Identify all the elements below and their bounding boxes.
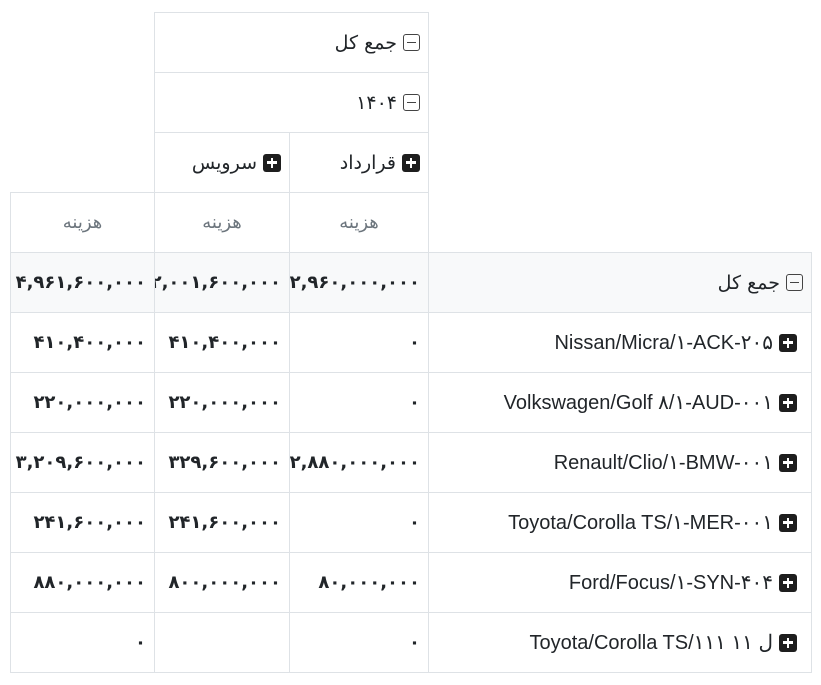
cell-contract: ۸۰,۰۰۰,۰۰۰	[289, 552, 429, 613]
cell-value: ۸۰,۰۰۰,۰۰۰	[318, 572, 420, 593]
cell-value: ۲۲۰,۰۰۰,۰۰۰	[168, 392, 281, 413]
minus-square-icon[interactable]	[403, 34, 420, 51]
measure-header-total: هزینه	[10, 192, 155, 253]
cell-value: ۸۰۰,۰۰۰,۰۰۰	[168, 572, 281, 593]
plus-square-icon[interactable]	[263, 153, 281, 172]
plus-square-icon[interactable]	[779, 633, 797, 652]
measure-header-contract: هزینه	[289, 192, 429, 253]
cell-contract: ۰	[289, 312, 429, 373]
cell-total-contract: ۲,۹۶۰,۰۰۰,۰۰۰	[289, 252, 429, 313]
measure-label: هزینه	[339, 212, 379, 233]
cell-contract: ۰	[289, 492, 429, 553]
plus-square-icon[interactable]	[779, 333, 797, 352]
row-header-label: Renault/Clio/۱-BMW-۰۰۱	[553, 452, 773, 474]
cell-value: ۰	[409, 512, 420, 533]
row-header[interactable]: Renault/Clio/۱-BMW-۰۰۱	[428, 432, 812, 493]
row-header[interactable]: Nissan/Micra/۱-ACK-۲۰۵	[428, 312, 812, 373]
header-contract-label: قرارداد	[339, 151, 396, 174]
cell-value: ۲۴۱,۶۰۰,۰۰۰	[33, 512, 146, 533]
plus-square-icon[interactable]	[779, 393, 797, 412]
cell-value: ۲۴۱,۶۰۰,۰۰۰	[168, 512, 281, 533]
row-header[interactable]: Volkswagen/Golf ۸/۱-AUD-۰۰۱	[428, 372, 812, 433]
cell-service: ۸۰۰,۰۰۰,۰۰۰	[154, 552, 290, 613]
row-header[interactable]: Ford/Focus/۱-SYN-۴۰۴	[428, 552, 812, 613]
cell-total: ۰	[10, 612, 155, 673]
row-header-grand-total[interactable]: جمع کل	[428, 252, 812, 313]
row-header-label: Toyota/Corolla TS/۱-MER-۰۰۱	[508, 512, 773, 534]
cell-value: ۸۸۰,۰۰۰,۰۰۰	[33, 572, 146, 593]
row-header-label: Ford/Focus/۱-SYN-۴۰۴	[568, 572, 773, 594]
row-header-label: Toyota/Corolla TS/۱۱۱ ل ۱۱	[529, 632, 773, 654]
cell-value: ۳۲۹,۶۰۰,۰۰۰	[168, 452, 281, 473]
row-header-label: Volkswagen/Golf ۸/۱-AUD-۰۰۱	[503, 392, 773, 414]
cell-total-service: ۲,۰۰۱,۶۰۰,۰۰۰	[150, 252, 290, 313]
cell-value: ۲۲۰,۰۰۰,۰۰۰	[33, 392, 146, 413]
cell-value: ۰	[409, 632, 420, 653]
cell-value: ۴,۹۶۱,۶۰۰,۰۰۰	[15, 272, 146, 293]
minus-square-icon[interactable]	[786, 274, 803, 291]
cell-total: ۳,۲۰۹,۶۰۰,۰۰۰	[10, 432, 155, 493]
cell-value: ۰	[409, 392, 420, 413]
row-header[interactable]: Toyota/Corolla TS/۱-MER-۰۰۱	[428, 492, 812, 553]
cell-contract: ۰	[289, 612, 429, 673]
plus-square-icon[interactable]	[779, 573, 797, 592]
cell-service: ۲۴۱,۶۰۰,۰۰۰	[154, 492, 290, 553]
cell-total: ۲۲۰,۰۰۰,۰۰۰	[10, 372, 155, 433]
cell-contract: ۲,۸۸۰,۰۰۰,۰۰۰	[289, 432, 429, 493]
cell-service: ۴۱۰,۴۰۰,۰۰۰	[154, 312, 290, 373]
minus-square-icon[interactable]	[403, 94, 420, 111]
measure-label: هزینه	[202, 212, 242, 233]
cell-total: ۲۴۱,۶۰۰,۰۰۰	[10, 492, 155, 553]
header-service[interactable]: سرویس	[154, 132, 290, 193]
row-header-label: Nissan/Micra/۱-ACK-۲۰۵	[554, 332, 773, 354]
plus-square-icon[interactable]	[779, 513, 797, 532]
cell-value: ۰	[135, 632, 146, 653]
cell-total-total: ۴,۹۶۱,۶۰۰,۰۰۰	[10, 252, 155, 313]
cell-value: ۲,۰۰۱,۶۰۰,۰۰۰	[150, 272, 281, 293]
cell-service: ۳۲۹,۶۰۰,۰۰۰	[154, 432, 290, 493]
measure-label: هزینه	[62, 212, 103, 233]
row-header-label: جمع کل	[717, 271, 780, 294]
cell-value: ۰	[409, 332, 420, 353]
cell-service	[154, 612, 290, 673]
plus-square-icon[interactable]	[779, 453, 797, 472]
cell-value: ۴۱۰,۴۰۰,۰۰۰	[33, 332, 146, 353]
header-service-label: سرویس	[191, 151, 257, 174]
header-year[interactable]: ۱۴۰۴	[154, 72, 429, 133]
cell-value: ۳,۲۰۹,۶۰۰,۰۰۰	[15, 452, 146, 473]
cell-total: ۸۸۰,۰۰۰,۰۰۰	[10, 552, 155, 613]
measure-header-service: هزینه	[154, 192, 290, 253]
cell-service: ۲۲۰,۰۰۰,۰۰۰	[154, 372, 290, 433]
cell-value: ۲,۸۸۰,۰۰۰,۰۰۰	[289, 452, 420, 473]
plus-square-icon[interactable]	[402, 153, 420, 172]
cell-value: ۲,۹۶۰,۰۰۰,۰۰۰	[289, 272, 420, 293]
cell-total: ۴۱۰,۴۰۰,۰۰۰	[10, 312, 155, 373]
header-year-label: ۱۴۰۴	[356, 91, 397, 114]
row-header[interactable]: Toyota/Corolla TS/۱۱۱ ل ۱۱	[428, 612, 812, 673]
cell-contract: ۰	[289, 372, 429, 433]
header-grand-total[interactable]: جمع کل	[154, 12, 429, 73]
cell-value: ۴۱۰,۴۰۰,۰۰۰	[168, 332, 281, 353]
header-grand-total-label: جمع کل	[334, 31, 397, 54]
header-contract[interactable]: قرارداد	[289, 132, 429, 193]
